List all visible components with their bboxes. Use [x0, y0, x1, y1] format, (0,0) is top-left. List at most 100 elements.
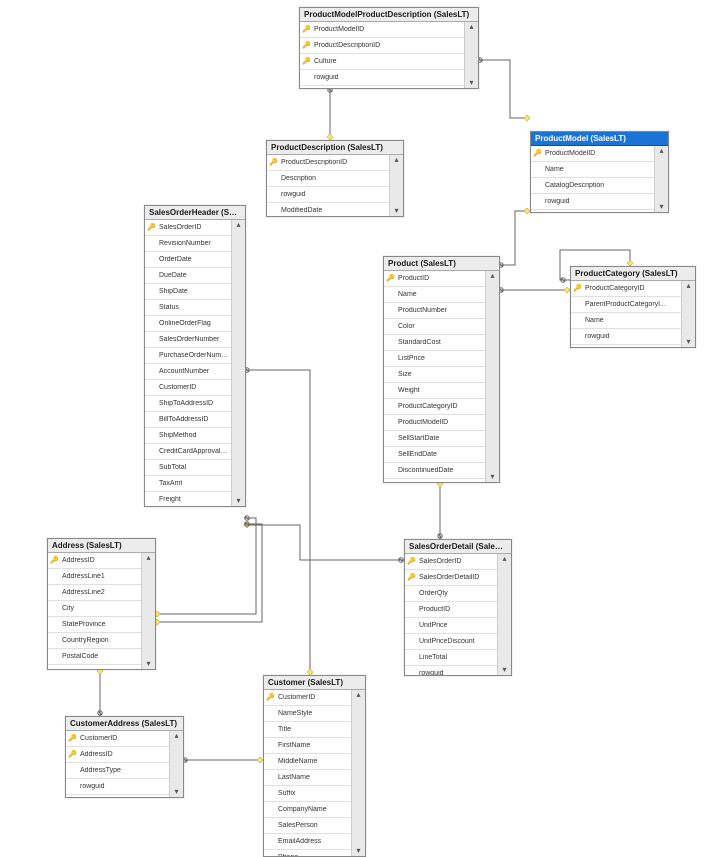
table-row[interactable]: NameStyle: [264, 705, 351, 721]
table-row[interactable]: SubTotal: [145, 459, 231, 475]
table-row[interactable]: CountryRegion: [48, 632, 141, 648]
table-header[interactable]: SalesOrderHeader (SalesLT): [145, 206, 245, 220]
table-row[interactable]: UnitPrice: [405, 617, 497, 633]
table-row[interactable]: 🔑ProductDescriptionID: [267, 155, 389, 170]
table-row[interactable]: TaxAmt: [145, 475, 231, 491]
table-header[interactable]: ProductCategory (SalesLT): [571, 267, 695, 281]
table-row[interactable]: OrderDate: [145, 251, 231, 267]
table-row[interactable]: 🔑ProductDescriptionID: [300, 37, 464, 53]
table-row[interactable]: RevisionNumber: [145, 235, 231, 251]
table-row[interactable]: 🔑Culture: [300, 53, 464, 69]
table-row[interactable]: LineTotal: [405, 649, 497, 665]
table-row[interactable]: ProductID: [405, 601, 497, 617]
scroll-up-icon[interactable]: ▴: [394, 155, 398, 165]
table-row[interactable]: DueDate: [145, 267, 231, 283]
table-row[interactable]: FirstName: [264, 737, 351, 753]
scroll-up-icon[interactable]: ▴: [174, 731, 178, 741]
table-row[interactable]: ShipToAddressID: [145, 395, 231, 411]
table-row[interactable]: Suffix: [264, 785, 351, 801]
table-row[interactable]: PostalCode: [48, 648, 141, 664]
table-row[interactable]: 🔑CustomerID: [66, 731, 169, 746]
table-row[interactable]: 🔑AddressID: [48, 553, 141, 568]
scroll-up-icon[interactable]: ▴: [490, 271, 494, 281]
table-row[interactable]: Phone: [264, 849, 351, 856]
table-header[interactable]: Customer (SalesLT): [264, 676, 365, 690]
table-row[interactable]: ModifiedDate: [300, 85, 464, 88]
table-row[interactable]: Size: [384, 366, 485, 382]
table-row[interactable]: AccountNumber: [145, 363, 231, 379]
table-row[interactable]: 🔑ProductID: [384, 271, 485, 286]
table-sod[interactable]: SalesOrderDetail (SalesLT)🔑SalesOrderID🔑…: [404, 539, 512, 676]
table-productModel[interactable]: ProductModel (SalesLT)🔑ProductModelIDNam…: [530, 131, 669, 213]
scroll-down-icon[interactable]: ▾: [686, 337, 690, 347]
table-header[interactable]: ProductModelProductDescription (SalesLT): [300, 8, 478, 22]
table-row[interactable]: rowguid: [66, 778, 169, 794]
table-row[interactable]: CompanyName: [264, 801, 351, 817]
table-header[interactable]: Address (SalesLT): [48, 539, 155, 553]
scroll-down-icon[interactable]: ▾: [502, 665, 506, 675]
scroll-down-icon[interactable]: ▾: [490, 472, 494, 482]
table-row[interactable]: rowguid: [300, 69, 464, 85]
scroll-up-icon[interactable]: ▴: [469, 22, 473, 32]
table-row[interactable]: AddressLine2: [48, 584, 141, 600]
table-row[interactable]: AddressLine1: [48, 568, 141, 584]
table-header[interactable]: Product (SalesLT): [384, 257, 499, 271]
scroll-down-icon[interactable]: ▾: [659, 202, 663, 212]
table-row[interactable]: ModifiedDate: [571, 344, 681, 347]
scrollbar[interactable]: ▴▾: [497, 554, 511, 675]
table-row[interactable]: Title: [264, 721, 351, 737]
scroll-up-icon[interactable]: ▴: [686, 281, 690, 291]
table-pmpd[interactable]: ProductModelProductDescription (SalesLT)…: [299, 7, 479, 89]
diagram-canvas[interactable]: ProductModelProductDescription (SalesLT)…: [0, 0, 706, 857]
scroll-up-icon[interactable]: ▴: [356, 690, 360, 700]
table-row[interactable]: BillToAddressID: [145, 411, 231, 427]
scrollbar[interactable]: ▴▾: [141, 553, 155, 669]
scrollbar[interactable]: ▴▾: [681, 281, 695, 347]
table-header[interactable]: CustomerAddress (SalesLT): [66, 717, 183, 731]
scroll-down-icon[interactable]: ▾: [236, 496, 240, 506]
table-row[interactable]: PurchaseOrderNumber: [145, 347, 231, 363]
table-row[interactable]: DiscontinuedDate: [384, 462, 485, 478]
scroll-up-icon[interactable]: ▴: [659, 146, 663, 156]
table-row[interactable]: ProductNumber: [384, 302, 485, 318]
table-row[interactable]: EmailAddress: [264, 833, 351, 849]
scrollbar[interactable]: ▴▾: [169, 731, 183, 797]
table-row[interactable]: SellStartDate: [384, 430, 485, 446]
table-row[interactable]: 🔑ProductModelID: [531, 146, 654, 161]
table-row[interactable]: Status: [145, 299, 231, 315]
table-row[interactable]: Name: [571, 312, 681, 328]
table-row[interactable]: 🔑AddressID: [66, 746, 169, 762]
table-row[interactable]: Freight: [145, 491, 231, 506]
scroll-up-icon[interactable]: ▴: [236, 220, 240, 230]
table-row[interactable]: rowguid: [571, 328, 681, 344]
table-row[interactable]: MiddleName: [264, 753, 351, 769]
table-row[interactable]: StandardCost: [384, 334, 485, 350]
scroll-up-icon[interactable]: ▴: [146, 553, 150, 563]
table-row[interactable]: rowguid: [267, 186, 389, 202]
table-row[interactable]: ThumbNailPhoto: [384, 478, 485, 482]
table-row[interactable]: ProductCategoryID: [384, 398, 485, 414]
table-productDescription[interactable]: ProductDescription (SalesLT)🔑ProductDesc…: [266, 140, 404, 217]
table-row[interactable]: ModifiedDate: [267, 202, 389, 216]
table-row[interactable]: ParentProductCategoryI...: [571, 296, 681, 312]
table-row[interactable]: 🔑SalesOrderID: [145, 220, 231, 235]
table-header[interactable]: SalesOrderDetail (SalesLT): [405, 540, 511, 554]
table-row[interactable]: SalesPerson: [264, 817, 351, 833]
table-productCategory[interactable]: ProductCategory (SalesLT)🔑ProductCategor…: [570, 266, 696, 348]
table-row[interactable]: LastName: [264, 769, 351, 785]
scrollbar[interactable]: ▴▾: [389, 155, 403, 216]
table-row[interactable]: Name: [531, 161, 654, 177]
scrollbar[interactable]: ▴▾: [654, 146, 668, 212]
table-row[interactable]: 🔑SalesOrderDetailID: [405, 569, 497, 585]
table-row[interactable]: Description: [267, 170, 389, 186]
table-row[interactable]: rowguid: [48, 664, 141, 669]
scroll-down-icon[interactable]: ▾: [356, 846, 360, 856]
table-row[interactable]: ShipMethod: [145, 427, 231, 443]
table-row[interactable]: Color: [384, 318, 485, 334]
scrollbar[interactable]: ▴▾: [231, 220, 245, 506]
table-row[interactable]: CustomerID: [145, 379, 231, 395]
table-row[interactable]: 🔑SalesOrderID: [405, 554, 497, 569]
table-row[interactable]: Weight: [384, 382, 485, 398]
scrollbar[interactable]: ▴▾: [464, 22, 478, 88]
table-row[interactable]: 🔑ProductCategoryID: [571, 281, 681, 296]
